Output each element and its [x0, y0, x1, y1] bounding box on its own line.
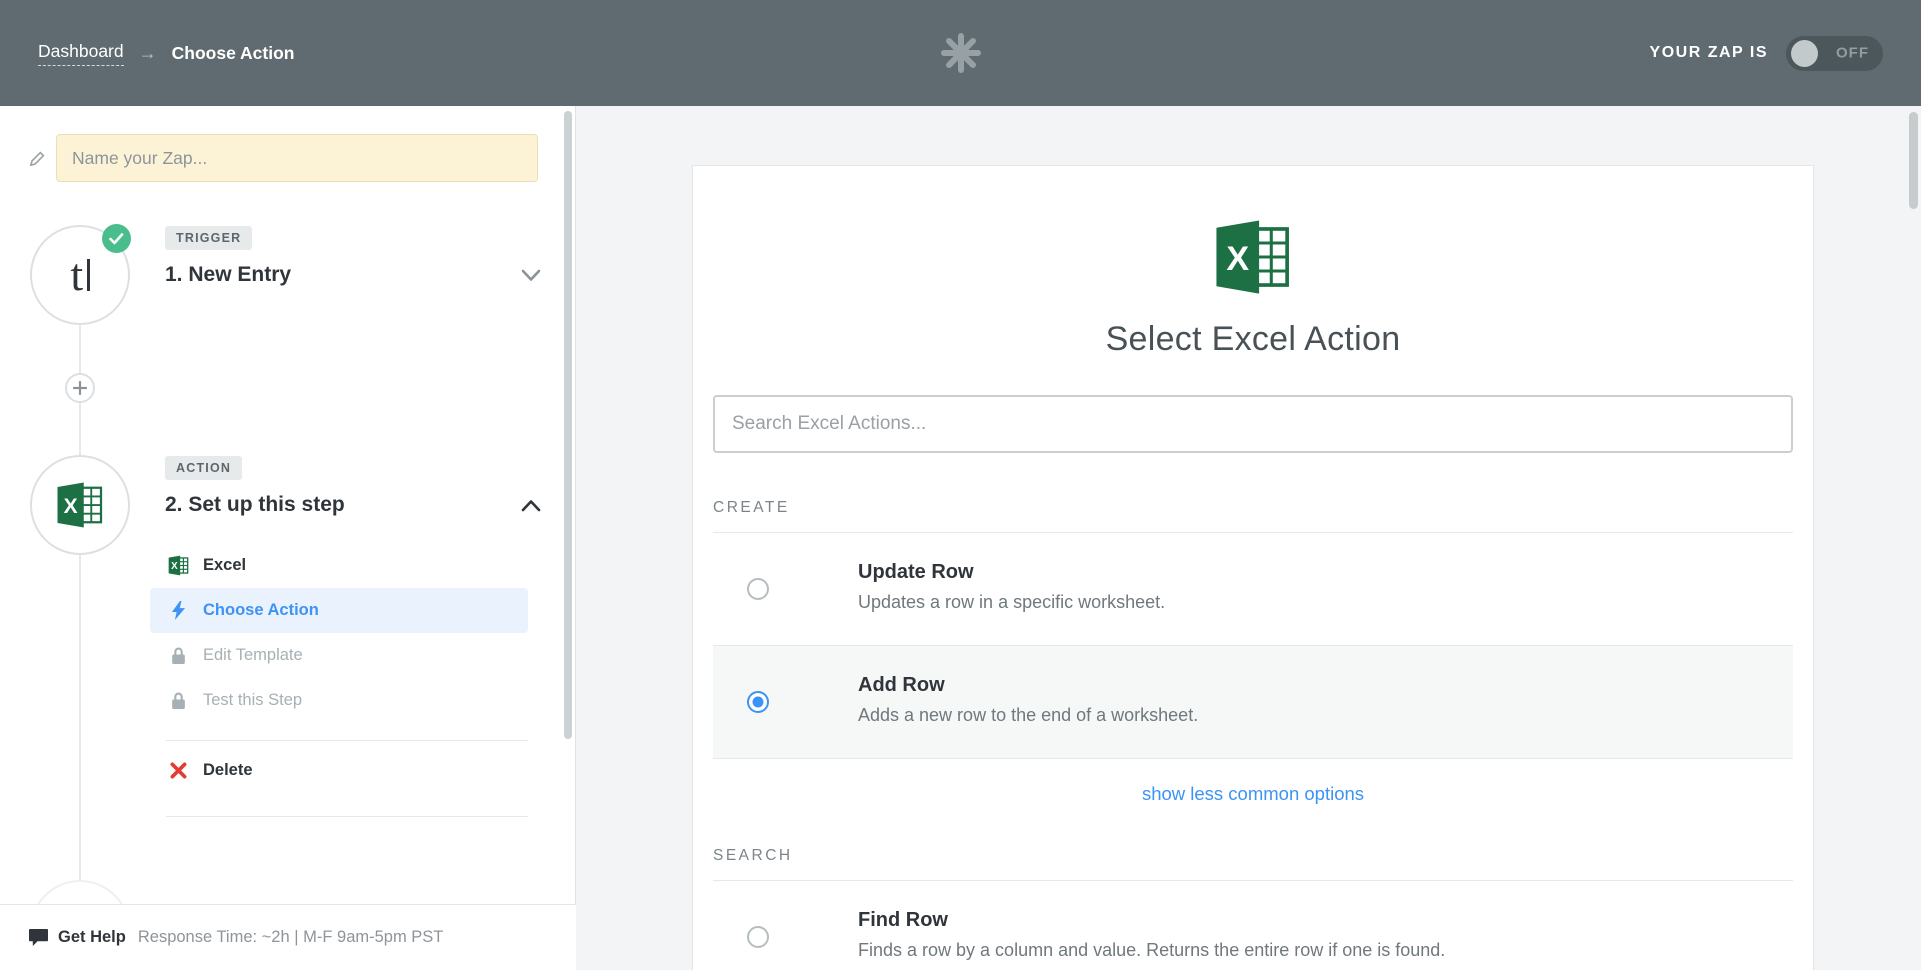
- sidebar-item-test-step: Test this Step: [150, 678, 528, 723]
- sidebar-item-excel[interactable]: X Excel: [150, 543, 528, 588]
- chat-bubble-icon: [28, 928, 49, 947]
- link-row: show less common options: [713, 783, 1793, 805]
- section-search-header: SEARCH: [713, 847, 793, 864]
- breadcrumb: Dashboard → Choose Action: [38, 41, 294, 66]
- breadcrumb-arrow-icon: →: [138, 42, 157, 63]
- zap-name-row: [28, 134, 538, 182]
- delete-step-button[interactable]: Delete: [150, 741, 528, 799]
- radio-update-row[interactable]: [747, 578, 769, 600]
- zap-status: YOUR ZAP IS OFF: [1649, 35, 1883, 71]
- excel-icon: X: [56, 481, 104, 529]
- add-step-button[interactable]: [65, 373, 95, 403]
- pencil-icon: [28, 149, 47, 168]
- chevron-up-icon[interactable]: [521, 499, 541, 512]
- svg-text:X: X: [171, 561, 178, 572]
- x-icon: [166, 762, 190, 779]
- zap-status-label: YOUR ZAP IS: [1649, 44, 1768, 61]
- action-badge: ACTION: [165, 456, 243, 480]
- lock-icon: [166, 691, 190, 710]
- excel-action-search-input[interactable]: [713, 395, 1793, 453]
- svg-text:X: X: [64, 495, 78, 518]
- option-title: Find Row: [858, 909, 948, 931]
- typeform-icon: t: [70, 252, 90, 298]
- delete-label: Delete: [203, 760, 253, 779]
- show-less-common-options-link[interactable]: show less common options: [1142, 783, 1364, 804]
- action-step-header[interactable]: 2. Set up this step: [165, 493, 541, 517]
- sidebar-scrollbar[interactable]: [564, 111, 572, 739]
- window-scrollbar[interactable]: [1909, 112, 1918, 209]
- section-create-header: CREATE: [713, 499, 790, 516]
- radio-find-row[interactable]: [747, 926, 769, 948]
- zap-on-off-toggle[interactable]: OFF: [1786, 35, 1883, 71]
- trigger-step: TRIGGER 1. New Entry: [165, 226, 541, 287]
- timeline-connector: [79, 236, 81, 886]
- option-description: Updates a row in a specific worksheet.: [858, 592, 1166, 612]
- trigger-step-header[interactable]: 1. New Entry: [165, 263, 541, 287]
- trigger-app-icon[interactable]: t: [30, 224, 131, 325]
- action-substeps: X Excel Choose Action Edit Template Test…: [150, 543, 528, 817]
- svg-text:X: X: [1226, 240, 1249, 278]
- lock-icon: [166, 646, 190, 665]
- help-bar: Get Help Response Time: ~2h | M-F 9am-5p…: [0, 904, 576, 970]
- response-time-text: Response Time: ~2h | M-F 9am-5pm PST: [137, 928, 444, 946]
- main-panel: X Select Excel Action CREATE Update Row …: [577, 106, 1921, 970]
- sidebar-item-label: Excel: [203, 556, 247, 574]
- toggle-state-label: OFF: [1836, 44, 1869, 62]
- option-title: Update Row: [858, 561, 974, 583]
- get-help-label: Get Help: [58, 928, 126, 946]
- option-description: Finds a row by a column and value. Retur…: [858, 940, 1446, 960]
- get-help-link[interactable]: Get Help: [28, 928, 126, 947]
- page-title: Select Excel Action: [1105, 320, 1401, 358]
- sidebar-item-label: Choose Action: [203, 601, 319, 619]
- action-option-find-row[interactable]: Find Row Finds a row by a column and val…: [713, 881, 1793, 970]
- sidebar-item-edit-template: Edit Template: [150, 633, 528, 678]
- action-step: ACTION 2. Set up this step: [165, 456, 541, 517]
- zap-editor-sidebar: t TRIGGER 1. New Entry X: [0, 106, 576, 970]
- option-title: Add Row: [858, 674, 945, 696]
- chevron-down-icon[interactable]: [521, 269, 541, 282]
- sidebar-item-label: Edit Template: [203, 646, 303, 664]
- radio-add-row[interactable]: [747, 691, 769, 713]
- excel-icon: X: [166, 555, 190, 576]
- action-selection-card: X Select Excel Action CREATE Update Row …: [692, 165, 1814, 970]
- option-description: Adds a new row to the end of a worksheet…: [858, 705, 1199, 725]
- lightning-icon: [166, 601, 190, 620]
- action-option-update-row[interactable]: Update Row Updates a row in a specific w…: [713, 533, 1793, 645]
- action-option-add-row[interactable]: Add Row Adds a new row to the end of a w…: [713, 646, 1793, 758]
- step-complete-badge: [102, 224, 131, 253]
- sidebar-item-choose-action[interactable]: Choose Action: [150, 588, 528, 633]
- divider: [166, 816, 528, 817]
- breadcrumb-dashboard-link[interactable]: Dashboard: [38, 41, 124, 66]
- action-step-title: 2. Set up this step: [165, 493, 345, 516]
- sidebar-item-label: Test this Step: [203, 691, 303, 709]
- top-header: Dashboard → Choose Action YOUR ZAP IS OF…: [0, 0, 1921, 106]
- divider: [713, 758, 1793, 759]
- trigger-step-title: 1. New Entry: [165, 263, 292, 286]
- action-app-icon[interactable]: X: [30, 455, 130, 555]
- zapier-logo-icon: [940, 32, 982, 74]
- toggle-knob[interactable]: [1791, 39, 1818, 67]
- breadcrumb-current: Choose Action: [171, 42, 295, 63]
- zap-name-input[interactable]: [56, 134, 538, 182]
- excel-logo-icon: X: [713, 166, 1793, 296]
- trigger-badge: TRIGGER: [165, 226, 253, 250]
- plus-icon: [73, 381, 87, 395]
